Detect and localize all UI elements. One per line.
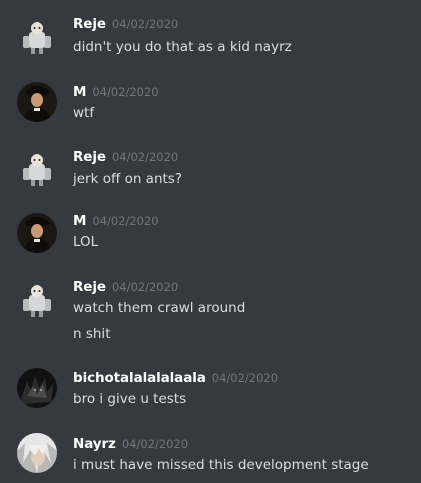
message-text: LOL [73, 234, 99, 250]
message-timestamp: 04/02/2020 [111, 150, 179, 164]
message-timestamp: 04/02/2020 [111, 17, 179, 31]
message-text: n shit [73, 326, 111, 342]
avatar[interactable] [17, 148, 57, 188]
avatar[interactable] [17, 82, 57, 122]
message-text: bro i give u tests [73, 391, 187, 407]
message-timestamp: 04/02/2020 [211, 371, 279, 385]
message-text: watch them crawl around [73, 300, 246, 316]
robot-figure-avatar-icon [17, 148, 57, 188]
robot-figure-avatar-icon [17, 16, 57, 56]
message-text: i must have missed this development stag… [73, 457, 369, 473]
message-timestamp: 04/02/2020 [111, 280, 179, 294]
message-author[interactable]: bichotalalalalaala [73, 370, 206, 386]
message-text: didn't you do that as a kid nayrz [73, 39, 292, 55]
message-author[interactable]: M [73, 84, 86, 100]
message-author[interactable]: Reje [73, 279, 106, 295]
white-haired-character-avatar-icon [17, 433, 57, 473]
robot-figure-avatar-icon [17, 279, 57, 319]
message-author[interactable]: Reje [73, 16, 106, 32]
priest-portrait-avatar-icon [17, 82, 57, 122]
message-timestamp: 04/02/2020 [121, 437, 189, 451]
priest-portrait-avatar-icon [17, 213, 57, 253]
message-text: wtf [73, 105, 95, 121]
chat-message-list: Reje 04/02/2020 didn't you do that as a k… [0, 0, 421, 483]
message-timestamp: 04/02/2020 [92, 85, 159, 99]
message-author[interactable]: M [73, 213, 86, 229]
message-author[interactable]: Nayrz [73, 436, 116, 452]
message-author[interactable]: Reje [73, 149, 106, 165]
message-text: jerk off on ants? [73, 171, 182, 187]
message-timestamp: 04/02/2020 [92, 214, 159, 228]
avatar[interactable] [17, 16, 57, 56]
avatar[interactable] [17, 279, 57, 319]
avatar[interactable] [17, 368, 57, 408]
avatar[interactable] [17, 213, 57, 253]
avatar[interactable] [17, 433, 57, 473]
dark-creature-avatar-icon [17, 368, 57, 408]
